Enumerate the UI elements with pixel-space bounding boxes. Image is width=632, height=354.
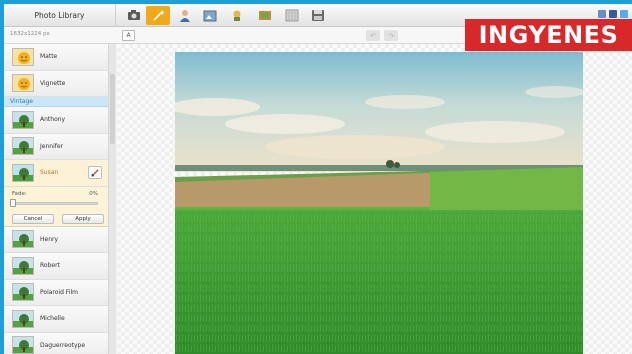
effect-item[interactable]: Henry (4, 226, 108, 253)
effect-thumbnail (12, 137, 34, 156)
twitter-icon[interactable] (620, 10, 628, 18)
effect-thumbnail (12, 309, 34, 328)
brush-icon[interactable] (88, 166, 102, 179)
share-icon[interactable] (598, 10, 606, 18)
magic-wand-icon[interactable] (146, 6, 170, 25)
texture-icon[interactable] (280, 6, 304, 25)
fade-value: 0% (89, 190, 98, 197)
effect-item[interactable]: Daguerreotype (4, 332, 108, 354)
apply-button[interactable]: Apply (62, 213, 104, 224)
effect-item[interactable]: Matte (4, 44, 108, 71)
picture-icon[interactable] (253, 6, 277, 25)
undo-redo-group: ↶ ↷ (366, 30, 398, 41)
save-icon[interactable] (306, 6, 330, 25)
effect-thumbnail (12, 336, 34, 354)
compare-button[interactable]: A (122, 30, 135, 41)
effect-label: Polaroid Film (40, 288, 79, 296)
fade-panel: Fade: 0% Cancel Apply (4, 186, 108, 227)
effect-thumbnail (12, 163, 34, 182)
scrollbar-thumb[interactable] (110, 74, 115, 144)
effect-thumbnail (12, 256, 34, 275)
photo-library-tab[interactable]: Photo Library (4, 4, 116, 27)
person-icon[interactable] (173, 6, 197, 25)
effect-item[interactable]: Jennifer (4, 133, 108, 160)
effect-thumbnail (12, 110, 34, 129)
effect-label: Matte (40, 53, 58, 61)
effects-sidebar: Matte Vignette Vintage Anthony Jennifer Su… (4, 44, 108, 354)
effect-label: Michelle (40, 315, 65, 323)
cancel-label: Cancel (23, 215, 43, 222)
share-icons (598, 10, 628, 18)
group-header-vintage[interactable]: Vintage (4, 97, 108, 107)
effect-label: Anthony (40, 116, 66, 124)
effect-item[interactable]: Anthony (4, 107, 108, 134)
fade-slider-handle[interactable] (10, 198, 16, 207)
effect-item[interactable]: Robert (4, 253, 108, 280)
cancel-button[interactable]: Cancel (12, 213, 54, 224)
effect-label: Robert (40, 262, 60, 270)
photo-library-label: Photo Library (34, 11, 85, 20)
effect-item[interactable]: Michelle (4, 306, 108, 333)
camera-icon[interactable] (122, 6, 146, 25)
frame-icon[interactable] (198, 6, 222, 25)
redo-icon[interactable]: ↷ (384, 30, 398, 41)
effect-thumbnail (12, 230, 34, 249)
promo-badge: INGYENES (465, 19, 632, 51)
effect-thumbnail (12, 74, 34, 93)
effect-label: Susan (40, 169, 59, 177)
effect-item[interactable]: Polaroid Film (4, 279, 108, 306)
undo-icon[interactable]: ↶ (366, 30, 380, 41)
compare-label: A (126, 32, 131, 39)
fade-label: Fade: (12, 190, 27, 197)
fade-slider[interactable] (12, 201, 98, 205)
effect-thumbnail (12, 283, 34, 302)
edited-photo[interactable] (175, 52, 583, 354)
effect-label: Vignette (40, 79, 66, 87)
sticker-icon[interactable] (225, 6, 249, 25)
effect-item-active[interactable]: Susan (4, 160, 108, 187)
effect-label: Daguerreotype (40, 341, 86, 349)
facebook-icon[interactable] (609, 10, 617, 18)
effect-label: Jennifer (40, 142, 64, 150)
canvas-area (117, 44, 632, 354)
effect-item[interactable]: Vignette (4, 70, 108, 97)
apply-label: Apply (75, 215, 91, 222)
effect-label: Henry (40, 235, 59, 243)
effect-thumbnail (12, 47, 34, 66)
app-window: Photo Library 1632x1224 px A ↶ ↷ Matte V… (4, 4, 632, 354)
sidebar-scrollbar[interactable] (108, 44, 116, 354)
image-size: 1632x1224 px (10, 31, 50, 37)
promo-badge-text: INGYENES (478, 21, 619, 49)
